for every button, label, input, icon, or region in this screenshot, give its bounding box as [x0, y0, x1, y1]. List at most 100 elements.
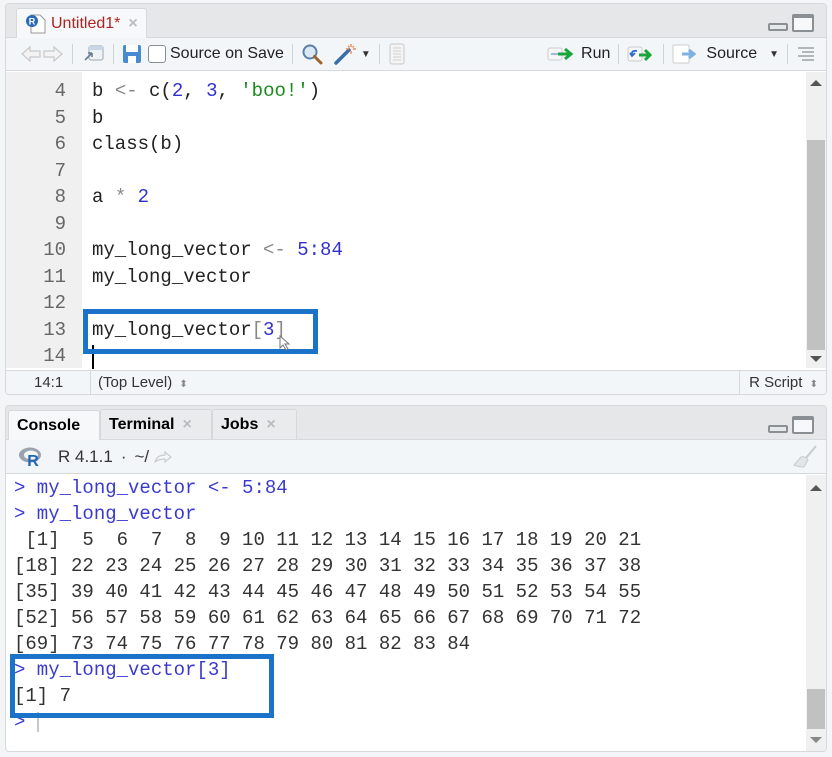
code-line[interactable]: class(b): [92, 131, 183, 158]
code-token: 'boo!': [240, 80, 309, 102]
line-number: 4: [54, 80, 66, 102]
compile-report-notebook-icon[interactable]: [388, 43, 406, 65]
minimize-pane-button[interactable]: [768, 23, 788, 31]
run-arrow-icon: [547, 45, 577, 63]
console-scroll-up-arrow[interactable]: [810, 485, 822, 491]
code-token: 5:84: [297, 239, 343, 261]
code-line[interactable]: my_long_vector: [92, 264, 252, 291]
updown-caret-icon: ⬍: [179, 379, 188, 390]
editor-tab-untitled1[interactable]: R Untitled1* ×: [16, 8, 147, 39]
svg-text:R: R: [29, 17, 36, 27]
source-file-icon: [672, 44, 702, 64]
go-to-directory-icon[interactable]: [153, 450, 173, 464]
maximize-pane-button[interactable]: [792, 14, 814, 32]
code-token: b: [92, 106, 104, 129]
tab-terminal[interactable]: Terminal ×: [100, 409, 212, 439]
show-in-new-window-icon[interactable]: [81, 44, 105, 64]
code-token: my_long_vector: [92, 239, 264, 261]
code-token: ): [308, 80, 321, 102]
close-tab-icon[interactable]: ×: [128, 15, 137, 33]
source-on-save-toggle[interactable]: Source on Save: [148, 45, 284, 63]
code-tools-dropdown-caret[interactable]: ▼: [361, 49, 371, 60]
svg-text:R: R: [27, 453, 39, 468]
code-tools-wand-icon[interactable]: [333, 43, 359, 65]
console-pane: Console Terminal × Jobs × R R 4.1.1 · ~/…: [5, 405, 827, 752]
mouse-pointer-icon: [279, 334, 291, 356]
line-number: 14: [43, 345, 66, 367]
file-type-selector[interactable]: R Script ⬍: [749, 374, 818, 391]
code-token: *: [114, 186, 127, 208]
editor-scroll-thumb[interactable]: [807, 140, 825, 350]
scroll-down-arrow[interactable]: [810, 356, 822, 362]
back-arrow-icon[interactable]: [20, 45, 42, 63]
clear-console-broom-icon[interactable]: [792, 444, 818, 469]
console-output-line: [52] 56 57 58 59 60 61 62 63 64 65 66 67…: [14, 607, 642, 629]
working-directory[interactable]: ~/: [134, 447, 149, 467]
source-on-save-checkbox[interactable]: [148, 45, 166, 63]
code-token: <-: [114, 80, 138, 102]
close-terminal-icon[interactable]: ×: [183, 416, 192, 434]
editor-scrollbar[interactable]: [806, 72, 826, 368]
code-token: ,: [217, 80, 241, 102]
editor-tabstrip: R Untitled1* ×: [6, 4, 826, 39]
code-line[interactable]: b <- c(2, 3, 'boo!'): [92, 78, 320, 105]
file-type-label: R Script: [749, 374, 803, 391]
code-token: ,: [183, 80, 207, 102]
tab-console-label: Console: [17, 417, 81, 434]
line-number: 13: [43, 318, 66, 341]
rerun-previous-icon[interactable]: [627, 45, 655, 63]
scope-selector[interactable]: (Top Level) ⬍: [98, 374, 188, 391]
console-tabstrip: Console Terminal × Jobs ×: [6, 406, 826, 441]
search-icon[interactable]: [301, 43, 323, 65]
source-on-save-label: Source on Save: [170, 45, 284, 62]
close-jobs-icon[interactable]: ×: [266, 416, 275, 434]
code-line[interactable]: a * 2: [92, 184, 149, 211]
document-outline-icon[interactable]: [796, 45, 816, 63]
scroll-up-arrow[interactable]: [810, 80, 822, 86]
tab-console[interactable]: Console: [8, 410, 100, 441]
code-line[interactable]: my_long_vector <- 5:84: [92, 237, 343, 264]
source-editor-pane: R Untitled1* × Source on Save ▼ Run Sour…: [5, 3, 827, 395]
line-number-gutter: 4 5 6 7 8 9 10 11 12 13 14: [6, 72, 82, 368]
line-number: 11: [43, 265, 66, 288]
scope-label: (Top Level): [98, 374, 173, 391]
editor-status-bar: 14:1 (Top Level) ⬍ R Script ⬍: [6, 370, 826, 394]
line-number: 8: [54, 186, 66, 208]
code-token: 3: [206, 80, 218, 102]
tab-jobs[interactable]: Jobs ×: [212, 409, 297, 439]
save-icon[interactable]: [122, 44, 142, 64]
code-token: my_long_vector: [92, 265, 252, 288]
tab-terminal-label: Terminal: [109, 415, 175, 433]
cursor-position: 14:1: [34, 374, 64, 391]
console-input-line: > my_long_vector: [14, 503, 197, 525]
console-scrollbar[interactable]: [806, 475, 826, 751]
code-token: <-: [263, 239, 286, 261]
source-button[interactable]: Source: [672, 44, 757, 64]
console-scroll-thumb[interactable]: [807, 689, 825, 729]
maximize-console-button[interactable]: [792, 416, 814, 434]
forward-arrow-icon[interactable]: [42, 45, 64, 63]
run-button[interactable]: Run: [547, 45, 610, 63]
r-version: R 4.1.1: [58, 446, 113, 466]
code-token: b: [92, 80, 115, 102]
console-scroll-down-arrow[interactable]: [810, 737, 822, 743]
code-token: 2: [171, 80, 184, 102]
r-logo-icon: R: [18, 446, 44, 468]
r-file-icon: R: [25, 13, 47, 35]
tab-jobs-label: Jobs: [221, 415, 259, 433]
console-input-line: > my_long_vector <- 5:84: [14, 477, 288, 499]
console-output-line: [18] 22 23 24 25 26 27 28 29 30 31 32 33…: [14, 555, 642, 577]
code-token: class(b): [92, 133, 184, 155]
line-number: 12: [43, 292, 66, 314]
minimize-console-button[interactable]: [768, 425, 788, 433]
source-dropdown-caret[interactable]: ▼: [769, 49, 779, 60]
editor-toolbar: Source on Save ▼ Run Source ▼: [6, 38, 826, 71]
console-output-line: [1] 5 6 7 8 9 10 11 12 13 14 15 16 17 18…: [14, 529, 642, 551]
code-token: a: [92, 186, 115, 208]
code-token: c(: [137, 80, 172, 102]
line-number: 7: [54, 159, 66, 182]
code-line[interactable]: b: [92, 105, 103, 132]
annotation-highlight-box-console: [10, 654, 274, 718]
